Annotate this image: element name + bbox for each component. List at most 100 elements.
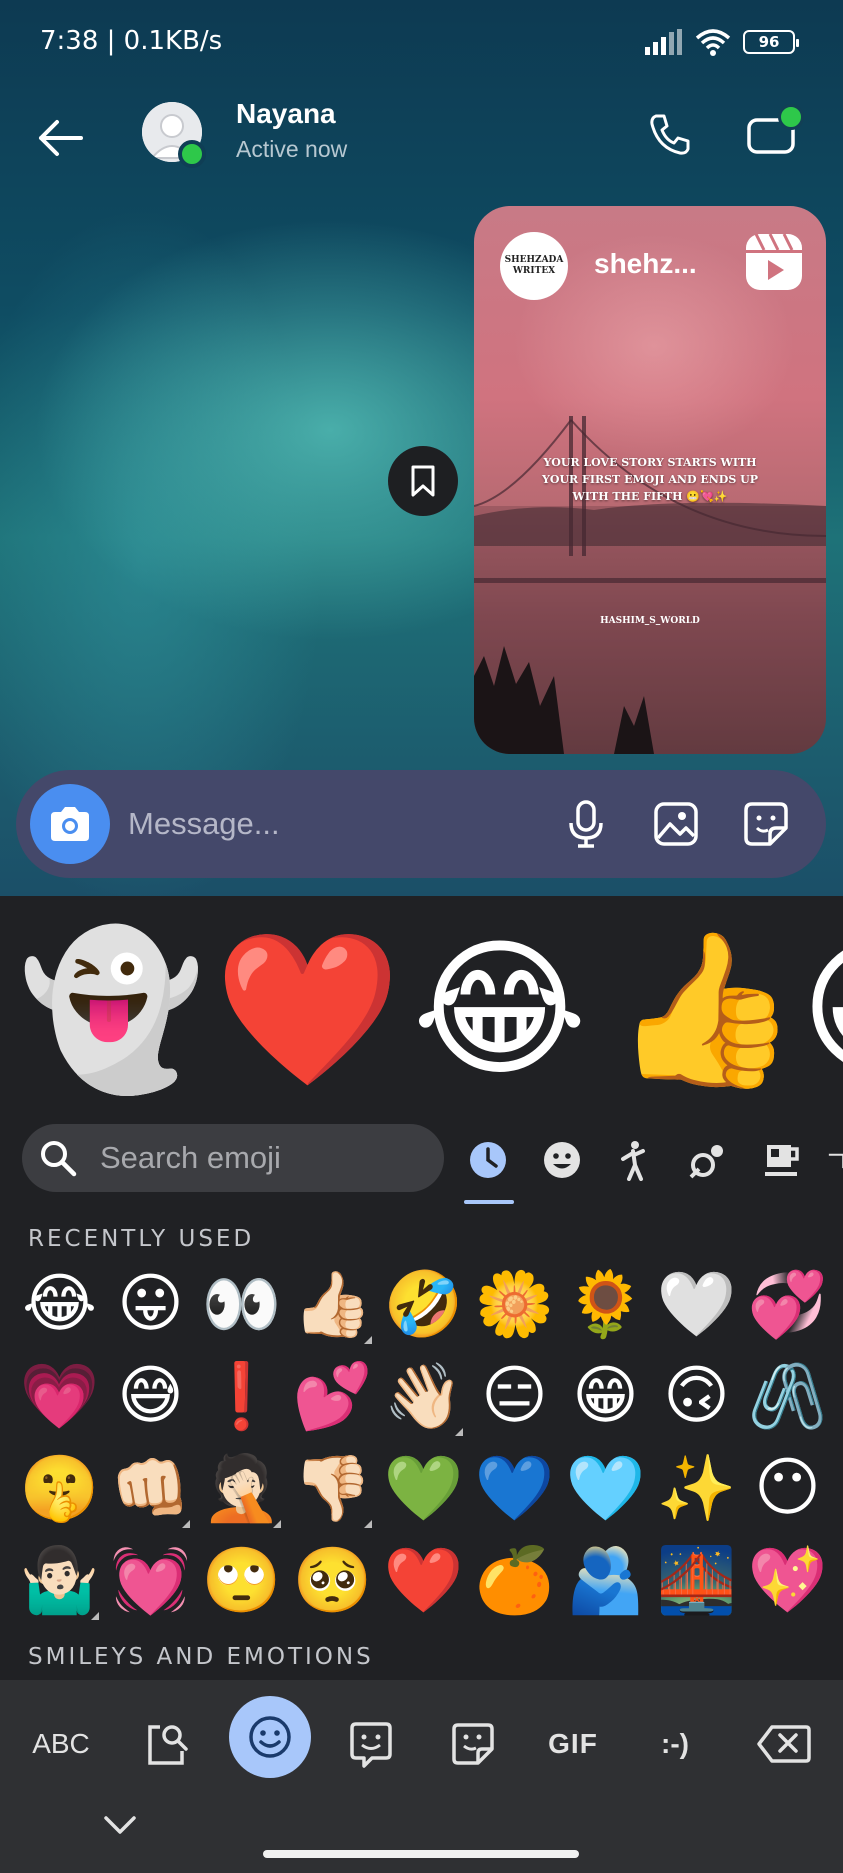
emoji-key[interactable]: 💕 [287, 1350, 378, 1442]
battery-indicator: 96 [743, 30, 799, 54]
emoji-key[interactable]: 🖇️ [742, 1350, 833, 1442]
backspace-button[interactable] [748, 1704, 820, 1784]
emoji-search-input[interactable] [100, 1134, 420, 1182]
home-indicator[interactable] [263, 1850, 579, 1858]
contact-name[interactable]: Nayana [236, 98, 336, 130]
emoji-key[interactable]: 👀 [196, 1258, 287, 1350]
tab-smileys[interactable] [534, 1132, 590, 1188]
back-button[interactable] [30, 108, 90, 168]
emoji-kitchen-button[interactable] [336, 1704, 406, 1784]
video-status-dot [778, 104, 804, 130]
sticker-icon [744, 802, 788, 846]
emoji-key[interactable]: 🌉 [651, 1534, 742, 1626]
emoji-key[interactable]: 🤫 [14, 1442, 105, 1534]
tab-objects[interactable] [826, 1132, 843, 1188]
emoji-key[interactable]: 💞 [742, 1258, 833, 1350]
collapse-keyboard-button[interactable] [96, 1800, 144, 1848]
objects-icon [828, 1153, 843, 1169]
emoji-key[interactable]: 👍🏻 [287, 1258, 378, 1350]
online-status-dot [178, 140, 206, 168]
shared-reel-card[interactable]: SHEHZADA WRITEX shehz... YOUR LOVE STORY… [474, 206, 826, 754]
gif-button[interactable]: GIF [538, 1704, 608, 1784]
emoji-key[interactable]: 🤷🏻‍♂️ [14, 1534, 105, 1626]
gallery-button[interactable] [646, 794, 706, 854]
clock-icon [470, 1142, 506, 1178]
camera-icon [51, 807, 89, 841]
emoji-suggestion[interactable]: 👍 [612, 920, 799, 1100]
emoji-key[interactable]: 🍊 [469, 1534, 560, 1626]
emoji-key[interactable]: 🌻 [560, 1258, 651, 1350]
voice-call-button[interactable] [640, 104, 700, 164]
emoji-key[interactable]: 🤦🏻 [196, 1442, 287, 1534]
emoji-key[interactable]: 😶 [742, 1442, 833, 1534]
emoji-key[interactable]: 😑 [469, 1350, 560, 1442]
voice-message-button[interactable] [556, 794, 616, 854]
emoji-key[interactable]: 🫂 [560, 1534, 651, 1626]
clipboard-search-button[interactable] [132, 1704, 202, 1784]
emoji-suggestion[interactable]: 😂 [412, 920, 587, 1100]
emoji-row: 🤷🏻‍♂️ 💓 🙄 🥺 ❤️ 🍊 🫂 🌉 💖 [14, 1534, 834, 1626]
emoji-key[interactable]: 💙 [469, 1442, 560, 1534]
recent-emoji-grid: 😂 😛 👀 👍🏻 🤣 🌼 🌻 🤍 💞 💗 😅 ❗ 💕 👋🏻 😑 😁 🙃 🖇️ 🤫… [14, 1258, 834, 1626]
section-label-recently-used: RECENTLY USED [28, 1226, 255, 1252]
person-walking-icon [621, 1141, 645, 1181]
clipboard-search-icon [148, 1725, 188, 1765]
tab-food[interactable] [754, 1132, 810, 1188]
keyboard-toolbar: ABC GIF:-) [0, 1680, 843, 1873]
emoji-key[interactable]: 👋🏻 [378, 1350, 469, 1442]
emoji-key[interactable]: 🙃 [651, 1350, 742, 1442]
emoji-row: 💗 😅 ❗ 💕 👋🏻 😑 😁 🙃 🖇️ [14, 1350, 834, 1442]
emoji-suggestion[interactable]: ❤️ [214, 920, 401, 1100]
emoji-key[interactable]: 👎🏻 [287, 1442, 378, 1534]
image-icon [654, 802, 698, 846]
search-icon [36, 1136, 80, 1180]
emoji-key[interactable]: 💓 [105, 1534, 196, 1626]
emoji-tab-button[interactable] [229, 1696, 311, 1778]
emoji-suggestion[interactable]: 👻 [18, 920, 205, 1100]
status-icons: 96 [643, 28, 799, 56]
emoji-key[interactable]: 🤍 [651, 1258, 742, 1350]
emoji-key[interactable]: 💖 [742, 1534, 833, 1626]
emoji-key[interactable]: 🩵 [560, 1442, 651, 1534]
sticker-button[interactable] [736, 794, 796, 854]
emoji-key[interactable]: 😂 [14, 1258, 105, 1350]
emoticon-button[interactable]: :-) [640, 1704, 710, 1784]
emoji-key[interactable]: 🙄 [196, 1534, 287, 1626]
emoji-key[interactable]: 👊🏻 [105, 1442, 196, 1534]
message-input[interactable] [128, 798, 428, 850]
emoji-key[interactable]: 🌼 [469, 1258, 560, 1350]
emoji-suggestion[interactable]: 😀 [800, 920, 843, 1100]
emoji-key[interactable]: 😛 [105, 1258, 196, 1350]
emoji-suggestion-row: 👻 ❤️ 😂 👍 😀 [0, 920, 843, 1100]
emoji-key[interactable]: 💚 [378, 1442, 469, 1534]
reel-author-name[interactable]: shehz... [594, 248, 697, 280]
emoticon-label: :-) [661, 1728, 689, 1759]
chat-area: 7:38 | 0.1KB/s 96 Nayana Active now SHEH… [0, 0, 843, 896]
tab-recent[interactable] [460, 1132, 516, 1188]
sticker-icon [452, 1723, 494, 1765]
emoji-key[interactable]: ❤️ [378, 1534, 469, 1626]
abc-label: ABC [32, 1728, 90, 1759]
status-time: 7:38 | 0.1KB/s [40, 26, 223, 56]
emoji-key[interactable]: 😅 [105, 1350, 196, 1442]
emoji-key[interactable]: ✨ [651, 1442, 742, 1534]
emoji-key[interactable]: 💗 [14, 1350, 105, 1442]
active-tab-indicator [464, 1200, 514, 1204]
tab-activities[interactable] [680, 1132, 736, 1188]
emoji-search-box[interactable] [22, 1124, 444, 1192]
emoji-key[interactable]: 🥺 [287, 1534, 378, 1626]
tab-people[interactable] [606, 1132, 662, 1188]
signal-icon [645, 29, 682, 55]
phone-icon [650, 114, 690, 155]
camera-button[interactable] [30, 784, 110, 864]
reel-author-avatar[interactable]: SHEHZADA WRITEX [500, 232, 568, 300]
abc-button[interactable]: ABC [26, 1704, 96, 1784]
emoji-key[interactable]: 😁 [560, 1350, 651, 1442]
emoji-key[interactable]: 🤣 [378, 1258, 469, 1350]
emoji-key[interactable]: ❗ [196, 1350, 287, 1442]
save-reel-button[interactable] [388, 446, 458, 516]
backspace-icon [757, 1725, 811, 1763]
stickers-button[interactable] [438, 1704, 508, 1784]
emoji-row: 🤫 👊🏻 🤦🏻 👎🏻 💚 💙 🩵 ✨ 😶 [14, 1442, 834, 1534]
gif-label: GIF [548, 1728, 598, 1759]
